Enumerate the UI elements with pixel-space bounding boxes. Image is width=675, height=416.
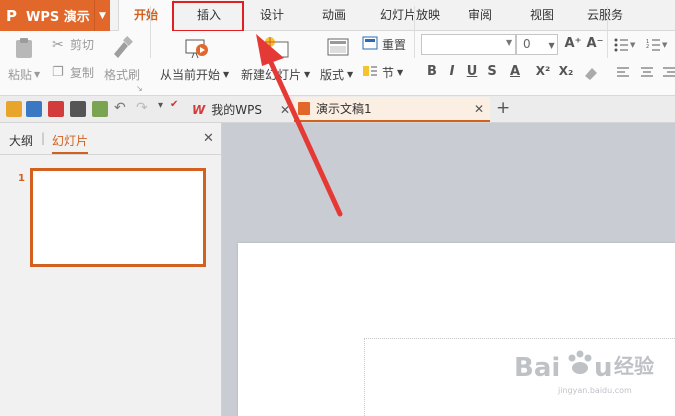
tab-slides[interactable]: 幻灯片 xyxy=(52,132,89,154)
panel-tab-divider: | xyxy=(41,131,46,145)
section-label: 节 xyxy=(382,66,395,80)
font-size-combo[interactable]: 0 ▼ xyxy=(516,34,558,55)
wps-logo-icon: P xyxy=(6,6,17,25)
format-painter-button[interactable]: 格式刷 xyxy=(104,66,140,83)
paste-label: 粘贴 xyxy=(8,68,33,82)
svg-text:Bai: Bai xyxy=(514,353,560,383)
svg-text:▼: ▼ xyxy=(630,41,636,49)
font-name-combo[interactable] xyxy=(421,34,516,55)
new-slide-label: 新建幻灯片 xyxy=(241,68,302,82)
grow-font-button[interactable]: A⁺ xyxy=(563,36,583,51)
print-icon[interactable] xyxy=(70,101,86,117)
app-menu-button[interactable]: P WPS 演示 ▼ xyxy=(0,0,110,31)
chevron-down-icon[interactable]: ▼ xyxy=(506,38,512,47)
new-tab-plus-icon[interactable]: + xyxy=(496,98,510,118)
align-right-icon[interactable] xyxy=(662,66,675,80)
from-current-label: 从当前开始 xyxy=(160,68,221,82)
cut-button[interactable]: ✂ 剪切 xyxy=(52,36,94,53)
layout-label: 版式 xyxy=(320,68,345,82)
undo-icon[interactable]: ↶ xyxy=(114,100,126,116)
cut-label: 剪切 xyxy=(70,38,95,52)
doc-tab-label: 我的WPS xyxy=(211,103,262,117)
doc-tab-presentation[interactable]: 演示文稿1 ✕ xyxy=(294,97,490,122)
watermark-url: jingyan.baidu.com xyxy=(558,386,632,395)
panel-header: 大纲 | 幻灯片 ✕ xyxy=(0,123,222,155)
baidu-watermark: Bai u 经验 jingyan.baidu.com xyxy=(510,344,670,404)
section-button[interactable]: 节 ▼ xyxy=(362,64,403,81)
bold-button[interactable]: B xyxy=(422,64,442,79)
reset-label: 重置 xyxy=(382,38,407,52)
copy-button[interactable]: ❐ 复制 xyxy=(52,64,94,81)
ribbon-separator xyxy=(150,6,151,58)
reset-button[interactable]: 重置 xyxy=(362,36,406,53)
new-slide-button[interactable]: 新建幻灯片 ▼ xyxy=(241,66,310,83)
chevron-down-icon[interactable]: ▼ xyxy=(94,0,110,31)
close-icon[interactable]: ✕ xyxy=(203,131,214,146)
tab-review[interactable]: 审阅 xyxy=(460,0,500,31)
numbered-list-icon[interactable]: 1 2 ▼ xyxy=(646,38,670,52)
underline-button[interactable]: U xyxy=(462,64,482,79)
tab-view[interactable]: 视图 xyxy=(522,0,562,31)
format-painter-label: 格式刷 xyxy=(104,68,141,82)
slide-number: 1 xyxy=(18,173,25,184)
paste-button[interactable]: 粘贴 ▼ xyxy=(8,66,40,83)
slideshow-play-icon[interactable] xyxy=(184,36,210,60)
close-icon[interactable]: ✕ xyxy=(280,103,290,117)
layout-icon[interactable] xyxy=(326,36,350,60)
italic-button[interactable]: I xyxy=(442,64,462,79)
redo-icon[interactable]: ↷ xyxy=(136,100,148,116)
export-pdf-icon[interactable] xyxy=(48,101,64,117)
customize-dropdown-icon[interactable]: ▾ xyxy=(158,100,163,111)
wps-w-icon: W xyxy=(192,102,206,117)
insert-tab-highlight-box xyxy=(172,1,244,32)
slides-panel: 大纲 | 幻灯片 ✕ 1 xyxy=(0,123,222,416)
save-icon[interactable] xyxy=(26,101,42,117)
clear-format-icon[interactable] xyxy=(582,64,600,82)
dialog-launcher-icon[interactable]: ↘ xyxy=(136,84,143,93)
format-painter-icon[interactable] xyxy=(110,36,134,60)
tab-home[interactable]: 开始 xyxy=(118,0,174,32)
bullet-list-icon[interactable]: ▼ xyxy=(614,38,636,52)
print-preview-icon[interactable] xyxy=(92,101,108,117)
svg-text:2: 2 xyxy=(646,44,649,50)
svg-text:▼: ▼ xyxy=(662,41,668,49)
layout-button[interactable]: 版式 ▼ xyxy=(320,66,353,83)
section-icon xyxy=(362,64,382,81)
superscript-button[interactable]: X² xyxy=(533,64,553,78)
presentation-file-icon xyxy=(298,102,310,115)
copy-icon: ❐ xyxy=(52,65,64,80)
tab-design[interactable]: 设计 xyxy=(248,0,296,31)
copy-label: 复制 xyxy=(70,66,95,80)
close-icon[interactable]: ✕ xyxy=(474,102,484,116)
shadow-button[interactable]: S xyxy=(482,64,502,79)
doc-tab-my-wps[interactable]: W 我的WPS ✕ xyxy=(186,97,294,122)
doc-tab-label: 演示文稿1 xyxy=(316,102,372,116)
scissors-icon: ✂ xyxy=(52,36,64,53)
new-slide-icon[interactable] xyxy=(262,34,290,60)
font-size-value: 0 xyxy=(523,37,531,51)
tab-outline[interactable]: 大纲 xyxy=(9,132,33,149)
tab-slideshow[interactable]: 幻灯片放映 xyxy=(370,0,450,31)
reset-icon xyxy=(362,36,382,53)
app-name: WPS 演示 xyxy=(26,10,90,25)
watermark-text: 经验 xyxy=(614,354,654,378)
subscript-button[interactable]: X₂ xyxy=(556,64,576,78)
shrink-font-button[interactable]: A⁻ xyxy=(585,36,605,51)
tab-animation[interactable]: 动画 xyxy=(310,0,358,31)
align-left-icon[interactable] xyxy=(616,66,630,80)
clipboard-icon[interactable] xyxy=(12,36,36,60)
from-current-button[interactable]: 从当前开始 ▼ xyxy=(160,66,229,83)
tab-cloud[interactable]: 云服务 xyxy=(580,0,630,31)
font-color-button[interactable]: A xyxy=(505,64,525,79)
open-folder-icon[interactable] xyxy=(6,101,22,117)
ribbon-separator xyxy=(414,6,415,58)
pin-icon[interactable]: ✔ xyxy=(170,99,178,110)
svg-text:u: u xyxy=(594,353,613,383)
align-center-icon[interactable] xyxy=(640,66,654,80)
slide-thumbnail[interactable] xyxy=(30,168,206,267)
ribbon-separator xyxy=(607,6,608,58)
